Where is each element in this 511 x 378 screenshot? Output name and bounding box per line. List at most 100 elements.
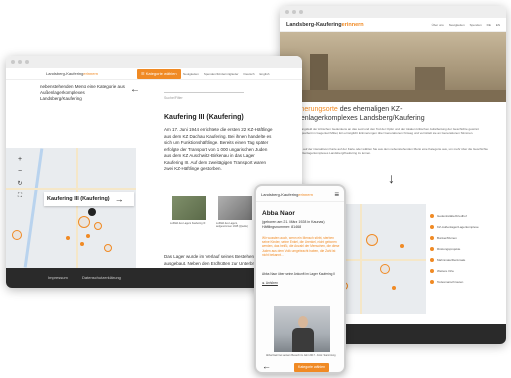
- nav-lang-en[interactable]: English: [260, 72, 270, 76]
- window-dot: [299, 10, 303, 14]
- detail-photo-1[interactable]: [172, 196, 206, 220]
- map-popup-title: Kaufering III (Kaufering): [47, 196, 110, 202]
- nav-donate[interactable]: Spenden/Fördermitglieder: [204, 72, 239, 76]
- map-marker-cluster[interactable]: [366, 234, 378, 246]
- map-reset[interactable]: ↻: [16, 180, 24, 188]
- category-label: Todesmarschrouten: [437, 279, 464, 284]
- category-label: Bunker/Ruinen: [437, 235, 457, 240]
- category-menu-button[interactable]: ☰ Kategorie wählen: [137, 69, 181, 79]
- map-marker[interactable]: [66, 236, 70, 240]
- search-filter[interactable]: Suche/Filter: [164, 86, 244, 100]
- map-marker-cluster[interactable]: [104, 244, 112, 252]
- category-label: Gedenkstätte/Friedhof: [437, 213, 467, 218]
- sidebar-text: nebenstehenden Menü eine Kategorie aus A…: [40, 84, 125, 101]
- category-menu: Gedenkstätte/Friedhof KZ-Außenlager/Lage…: [430, 210, 502, 287]
- map-marker[interactable]: [80, 242, 84, 246]
- map-road: [360, 204, 362, 314]
- map-marker-cluster[interactable]: [380, 264, 390, 274]
- person-photo[interactable]: [274, 306, 330, 352]
- window-dot: [11, 60, 15, 64]
- category-label: Rüstungsprojekte: [437, 246, 461, 251]
- map-marker-cluster[interactable]: [78, 216, 90, 228]
- nav-news[interactable]: Neuigkeiten: [183, 72, 199, 76]
- category-item[interactable]: Rüstungsprojekte: [430, 243, 502, 254]
- search-placeholder: Suche/Filter: [164, 96, 183, 100]
- hero-title: Erinnerungsorte des ehemaligen KZ-Außenl…: [288, 106, 458, 123]
- footer-privacy[interactable]: Datenschutzerklärung: [82, 275, 121, 280]
- map-marker[interactable]: [392, 286, 396, 290]
- nav-donate[interactable]: Spenden: [470, 23, 482, 27]
- map-fullscreen[interactable]: ⛶: [16, 192, 24, 200]
- nav-lang-de[interactable]: Deutsch: [244, 72, 255, 76]
- photo-figure-head: [298, 316, 308, 328]
- audio-link[interactable]: ► Anhören: [262, 281, 278, 285]
- category-item[interactable]: KZ-Außenlager/Lagerkomplexe: [430, 221, 502, 232]
- footer-impressum[interactable]: Impressum: [48, 275, 68, 280]
- hamburger-icon[interactable]: ≡: [334, 190, 339, 199]
- detail-paragraph: Am 17. Juni 1944 errichtete die ersten 2…: [164, 127, 273, 171]
- window-dot: [285, 10, 289, 14]
- map-zoom-out[interactable]: −: [16, 168, 24, 176]
- category-dot-icon: [430, 235, 434, 240]
- category-label: KZ-Außenlager/Lagerkomplexe: [437, 224, 479, 229]
- person-name: Abba Naor: [262, 210, 295, 217]
- person-quote: Wir wussten auch, wenn ein Mensch stirbt…: [262, 236, 340, 257]
- map-marker-cluster[interactable]: [94, 222, 102, 230]
- map-popup[interactable]: Kaufering III (Kaufering) →: [44, 192, 134, 206]
- window-dot: [25, 60, 29, 64]
- category-dot-icon: [430, 279, 434, 284]
- map-road: [76, 148, 78, 268]
- category-menu-label: Kategorie wählen: [145, 71, 177, 76]
- category-label: Mahnmale/Denkmale: [437, 257, 466, 262]
- category-item[interactable]: Mahnmale/Denkmale: [430, 254, 502, 265]
- nav-lang-en[interactable]: EN: [496, 23, 500, 27]
- site-logo[interactable]: Landsberg-Kauferingerinnern: [46, 71, 98, 76]
- window-chrome: [280, 6, 506, 18]
- back-arrow-icon[interactable]: ←: [262, 361, 271, 371]
- map-selected-marker[interactable]: [88, 208, 96, 216]
- map-marker[interactable]: [400, 244, 404, 248]
- photo-caption: Abba Naor bei seinem Besuch im Jahr 2017…: [266, 354, 336, 357]
- window-dot: [18, 60, 22, 64]
- detail-title: Kaufering III (Kaufering): [164, 114, 244, 121]
- category-menu-button[interactable]: Kategorie wählen: [294, 363, 330, 372]
- map-road: [6, 188, 136, 190]
- map-zoom-in[interactable]: +: [16, 156, 24, 164]
- category-label: Weitere Orte: [437, 268, 454, 273]
- header-nav: Neuigkeiten Spenden/Fördermitglieder Deu…: [178, 72, 269, 76]
- arrow-down-icon[interactable]: ↓: [388, 170, 395, 186]
- nav-lang-de[interactable]: DE: [487, 23, 491, 27]
- category-dot-icon: [430, 224, 434, 229]
- nav-about[interactable]: Über uns: [432, 23, 444, 27]
- site-logo[interactable]: Landsberg-Kauferingerinnern: [286, 22, 364, 28]
- category-dot-icon: [430, 268, 434, 273]
- logo-main: Landsberg-Kaufering: [286, 21, 342, 28]
- phone-header: Landsberg-Kauferingerinnern ≡: [256, 188, 344, 202]
- hero-photo-tower: [415, 67, 445, 92]
- intro-paragraph: Im Spannungsfeld der kritischen Gedenken…: [288, 128, 479, 135]
- map-popup-arrow-icon[interactable]: →: [115, 194, 124, 204]
- back-arrow-icon[interactable]: ←: [130, 84, 140, 95]
- map-river: [23, 148, 44, 268]
- map-marker[interactable]: [86, 234, 90, 238]
- category-item[interactable]: Gedenkstätte/Friedhof: [430, 210, 502, 221]
- category-item[interactable]: Weitere Orte: [430, 265, 502, 276]
- hero-photo-ground: [280, 90, 506, 102]
- logo-accent: erinnern: [83, 71, 99, 76]
- logo-accent: erinnern: [341, 21, 364, 28]
- logo-main: Landsberg-Kaufering: [261, 192, 299, 197]
- category-dot-icon: [430, 257, 434, 262]
- phone-mockup: Landsberg-Kauferingerinnern ≡ Abba Naor …: [254, 184, 346, 374]
- category-item[interactable]: Bunker/Ruinen: [430, 232, 502, 243]
- category-item[interactable]: Todesmarschrouten: [430, 276, 502, 287]
- logo-accent: erinnern: [298, 192, 314, 197]
- detail-photo-2[interactable]: [218, 196, 252, 220]
- person-subtitle: (geboren am 21. März 1928 in Kaunas) Häf…: [262, 220, 325, 229]
- site-logo[interactable]: Landsberg-Kauferingerinnern: [261, 192, 313, 197]
- map-marker-cluster[interactable]: [12, 230, 22, 240]
- nav-news[interactable]: Neuigkeiten: [449, 23, 465, 27]
- window-chrome: [6, 56, 302, 68]
- hero-photo: [280, 32, 506, 102]
- detail-map[interactable]: + − ↻ ⛶ Kaufering III (Kaufering) →: [6, 148, 136, 268]
- logo-main: Landsberg-Kaufering: [46, 71, 84, 76]
